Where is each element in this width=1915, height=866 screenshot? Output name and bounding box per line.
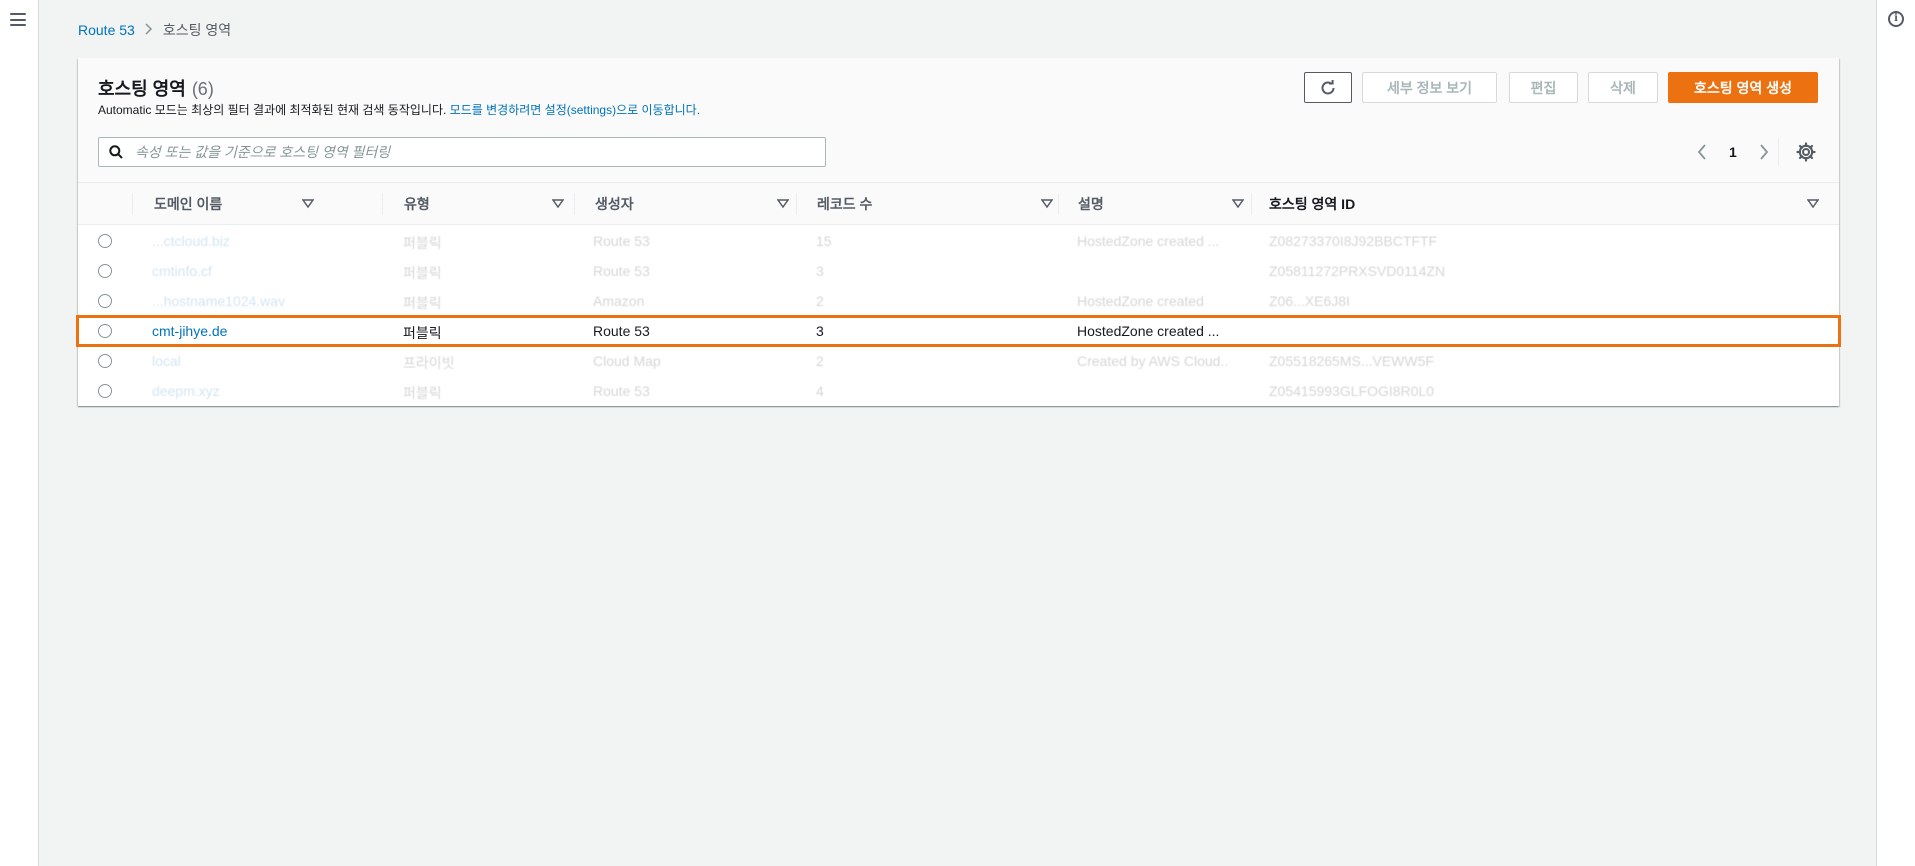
zone-type: 퍼블릭 (403, 385, 442, 401)
record-count: 2 (816, 353, 824, 369)
settings-link[interactable]: 모드를 변경하려면 설정(settings)으로 이동합니다. (450, 103, 700, 117)
page-title: 호스팅 영역 (6) (98, 75, 214, 101)
column-header-description[interactable]: 설명 (1078, 183, 1254, 225)
sort-icon (1807, 199, 1819, 209)
zone-type: 프라이빗 (403, 355, 455, 371)
next-page-icon[interactable] (1755, 143, 1773, 161)
menu-icon[interactable] (10, 13, 26, 26)
column-divider (574, 193, 575, 215)
gear-icon[interactable] (1796, 142, 1816, 162)
previous-page-icon[interactable] (1693, 143, 1711, 161)
hosted-zones-table-container: 호스팅 영역 (6) Automatic 모드는 최상의 필터 결과에 최적화된 … (76, 58, 1841, 406)
record-count: 4 (816, 383, 824, 399)
column-label: 도메인 이름 (154, 196, 223, 212)
created-by: Route 53 (593, 263, 650, 279)
breadcrumb: Route 53 호스팅 영역 (78, 20, 231, 40)
title-text: 호스팅 영역 (98, 79, 186, 99)
create-hosted-zone-button[interactable]: 호스팅 영역 생성 (1668, 72, 1818, 103)
column-divider (382, 193, 383, 215)
created-by: Cloud Map (593, 353, 661, 369)
column-divider (1058, 193, 1059, 215)
domain-name-link[interactable]: ...hostname1024.wav (152, 293, 285, 309)
domain-name-link[interactable]: local (152, 353, 181, 369)
zone-count: (6) (191, 79, 214, 99)
zone-type: 퍼블릭 (403, 235, 442, 251)
column-label: 설명 (1078, 196, 1104, 212)
record-count: 2 (816, 293, 824, 309)
record-count: 15 (816, 233, 832, 249)
table-row[interactable]: local 프라이빗 Cloud Map 2 Created by AWS Cl… (78, 346, 1839, 376)
chevron-right-icon (145, 22, 153, 38)
filter-search-box (98, 137, 826, 167)
description: HostedZone created ... (1077, 233, 1220, 249)
table-row[interactable]: ...hostname1024.wav 퍼블릭 Amazon 2 HostedZ… (78, 286, 1839, 316)
delete-button[interactable]: 삭제 (1588, 72, 1658, 103)
column-label: 유형 (404, 196, 430, 212)
domain-name-link[interactable]: deepm.xyz (152, 383, 220, 399)
description: Created by AWS Cloud... (1077, 353, 1227, 369)
highlight-box (76, 315, 1841, 347)
info-icon[interactable]: i (1888, 11, 1904, 27)
right-help-rail: i (1876, 0, 1915, 866)
column-label: 생성자 (595, 196, 634, 212)
view-details-button[interactable]: 세부 정보 보기 (1362, 72, 1497, 103)
left-navigation-rail (0, 0, 39, 866)
search-mode-description: Automatic 모드는 최상의 필터 결과에 최적화된 현재 검색 동작입니… (98, 101, 700, 118)
pagination: 1 (1693, 140, 1773, 164)
subtitle-text: Automatic 모드는 최상의 필터 결과에 최적화된 현재 검색 동작입니… (98, 103, 447, 117)
column-header-type[interactable]: 유형 (404, 183, 574, 225)
table-row[interactable]: ...ctcloud.biz 퍼블릭 Route 53 15 HostedZon… (78, 226, 1839, 256)
column-header-created-by[interactable]: 생성자 (595, 183, 799, 225)
sort-icon (777, 199, 789, 209)
refresh-button[interactable] (1304, 72, 1352, 103)
refresh-icon (1321, 79, 1335, 94)
column-header-hosted-zone-id[interactable]: 호스팅 영역 ID (1269, 183, 1829, 225)
column-divider (1251, 193, 1252, 215)
pager-divider (1778, 138, 1779, 166)
filter-input[interactable] (135, 138, 815, 166)
column-divider (796, 193, 797, 215)
column-label: 호스팅 영역 ID (1269, 196, 1356, 212)
search-icon (109, 145, 123, 159)
sort-icon (552, 199, 564, 209)
domain-name-link[interactable]: ...ctcloud.biz (152, 233, 230, 249)
sort-icon (1041, 199, 1053, 209)
description: HostedZone created (1077, 293, 1204, 309)
sort-icon (1232, 199, 1244, 209)
column-header-record-count[interactable]: 레코드 수 (817, 183, 1063, 225)
domain-name-link[interactable]: cmtinfo.cf (152, 263, 212, 279)
current-page-number[interactable]: 1 (1725, 144, 1741, 160)
table-header-area: 호스팅 영역 (6) Automatic 모드는 최상의 필터 결과에 최적화된 … (78, 58, 1839, 183)
sort-icon (302, 199, 314, 209)
edit-button[interactable]: 편집 (1509, 72, 1578, 103)
hosted-zone-id: Z05811272PRXSVD0114ZN (1269, 263, 1446, 279)
table-row[interactable]: cmtinfo.cf 퍼블릭 Route 53 3 Z05811272PRXSV… (78, 256, 1839, 286)
hosted-zone-id: Z05518265MS...VEWW5F (1269, 353, 1434, 369)
breadcrumb-current: 호스팅 영역 (162, 22, 232, 38)
created-by: Route 53 (593, 383, 650, 399)
column-header-domain-name[interactable]: 도메인 이름 (154, 183, 324, 225)
column-divider (132, 193, 133, 215)
hosted-zone-id: Z05415993GLFOGI8R0L0 (1269, 383, 1434, 399)
table-row[interactable]: deepm.xyz 퍼블릭 Route 53 4 Z05415993GLFOGI… (78, 376, 1839, 406)
created-by: Amazon (593, 293, 645, 309)
zone-type: 퍼블릭 (403, 295, 442, 311)
created-by: Route 53 (593, 233, 650, 249)
record-count: 3 (816, 263, 824, 279)
zone-type: 퍼블릭 (403, 265, 442, 281)
hosted-zone-id: Z06...XE6J8I (1269, 293, 1350, 309)
table-header-row: 도메인 이름 유형 생성자 레코드 수 설명 호스팅 영역 ID (78, 183, 1839, 225)
hosted-zone-id: Z08273370I8J92BBCTFTF (1269, 233, 1438, 249)
column-label: 레코드 수 (817, 196, 873, 212)
breadcrumb-route53-link[interactable]: Route 53 (78, 22, 135, 38)
